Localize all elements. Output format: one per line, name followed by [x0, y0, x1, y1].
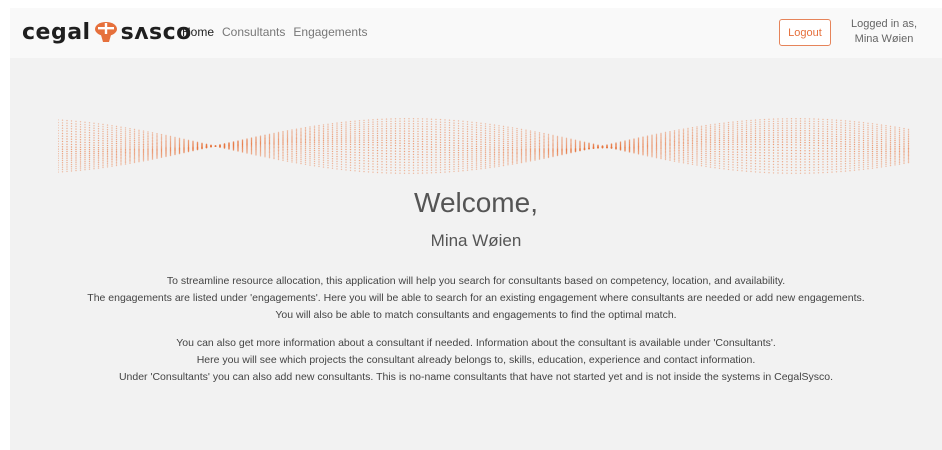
logout-button[interactable]: Logout: [779, 19, 831, 46]
intro-line: The engagements are listed under 'engage…: [87, 292, 865, 304]
nav-link-consultants[interactable]: Consultants: [222, 25, 285, 39]
logo-mark-icon: [94, 22, 117, 42]
navbar: cegal sʌsco Home Consultants Engagements…: [10, 8, 942, 58]
intro-line: You will also be able to match consultan…: [275, 309, 677, 321]
intro-line: Here you will see which projects the con…: [196, 354, 756, 366]
brand-logo[interactable]: cegal sʌsco: [22, 19, 192, 45]
nav-link-engagements[interactable]: Engagements: [293, 25, 367, 39]
main-nav: Home Consultants Engagements: [182, 25, 367, 39]
logo-text-cegal: cegal: [22, 19, 91, 45]
welcome-title: Welcome,: [414, 187, 538, 218]
intro-paragraph-2: You can also get more information about …: [10, 335, 942, 386]
logged-in-info: Logged in as, Mina Wøien: [834, 17, 934, 47]
nav-link-home[interactable]: Home: [182, 25, 214, 39]
welcome-user-name: Mina Wøien: [430, 231, 522, 250]
logged-in-label: Logged in as,: [850, 18, 918, 30]
page: cegal sʌsco Home Consultants Engagements…: [10, 8, 942, 450]
intro-line: Under 'Consultants' you can also add new…: [118, 371, 834, 383]
intro-line: You can also get more information about …: [176, 337, 776, 349]
intro-line: To streamline resource allocation, this …: [166, 275, 786, 287]
intro-paragraph-1: To streamline resource allocation, this …: [10, 273, 942, 324]
logged-in-user-name: Mina Wøien: [854, 33, 914, 45]
